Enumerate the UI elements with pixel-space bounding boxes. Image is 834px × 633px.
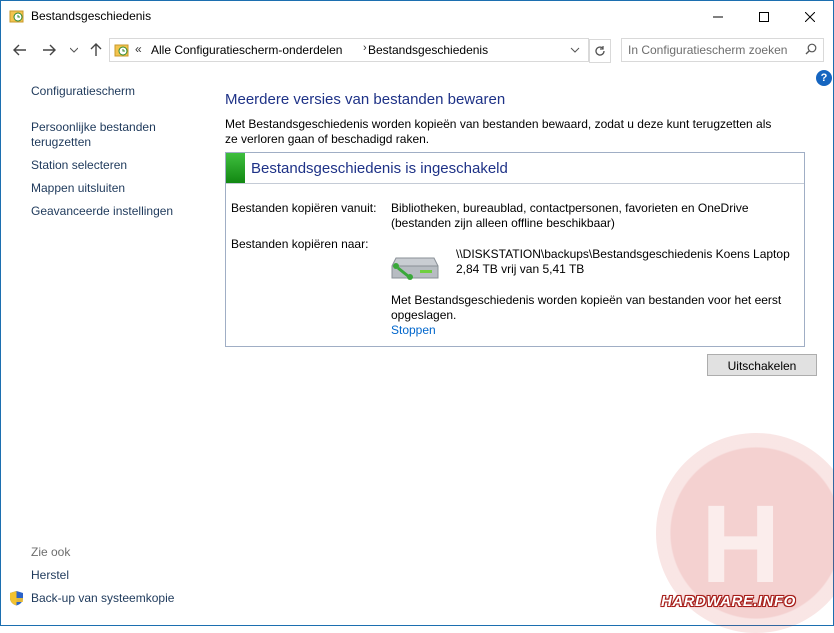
up-button[interactable] (86, 40, 106, 60)
arrow-up-icon (90, 43, 102, 56)
refresh-icon (595, 46, 605, 56)
help-icon[interactable]: ? (816, 70, 832, 86)
status-title: Bestandsgeschiedenis is ingeschakeld (251, 160, 508, 177)
forward-button[interactable] (39, 40, 59, 60)
sidebar-link-restore-line2[interactable]: terugzetten (31, 135, 91, 150)
double-chevron-icon[interactable]: « (135, 42, 142, 56)
status-panel: Bestandsgeschiedenis is ingeschakeld Bes… (225, 152, 805, 347)
sidebar-link-exclude-folders[interactable]: Mappen uitsluiten (31, 181, 125, 196)
chevron-down-icon (70, 47, 78, 53)
maximize-button[interactable] (741, 1, 787, 32)
chevron-down-icon (570, 47, 580, 53)
address-dropdown-button[interactable] (570, 43, 580, 57)
file-history-app-icon (9, 8, 25, 24)
copy-to-label: Bestanden kopiëren naar: (231, 237, 369, 251)
copy-from-value-line2: (bestanden zijn alleen offline beschikba… (391, 216, 615, 230)
copy-from-value-line1: Bibliotheken, bureaublad, contactpersone… (391, 201, 749, 215)
sidebar-link-restore-line1[interactable]: Persoonlijke bestanden (31, 120, 156, 135)
backup-drive-path: \\DISKSTATION\backups\Bestandsgeschieden… (456, 247, 790, 261)
status-header: Bestandsgeschiedenis is ingeschakeld (226, 153, 804, 184)
control-panel-icon (114, 42, 130, 61)
sidebar-link-control-panel[interactable]: Configuratiescherm (31, 84, 135, 99)
breadcrumb-current[interactable]: Bestandsgeschiedenis (368, 43, 488, 57)
uac-shield-icon (9, 590, 24, 609)
maximize-icon (759, 11, 769, 22)
network-drive-icon (390, 248, 440, 285)
breadcrumb-all-items[interactable]: Alle Configuratiescherm-onderdelen (151, 43, 342, 57)
arrow-right-icon (43, 44, 56, 56)
intro-text: Met Bestandsgeschiedenis worden kopieën … (225, 117, 772, 146)
breadcrumb-separator-icon[interactable]: › (363, 42, 367, 54)
progress-text-line2: opgeslagen. (391, 308, 457, 322)
search-icon[interactable] (805, 43, 817, 58)
refresh-button[interactable] (589, 39, 611, 63)
search-input[interactable] (628, 42, 788, 58)
sidebar-link-recovery[interactable]: Herstel (31, 568, 69, 583)
search-box[interactable] (621, 38, 824, 62)
file-history-window: Bestandsgeschiedenis « Alle Configuratie… (0, 0, 834, 633)
sidebar-link-advanced-settings[interactable]: Geavanceerde instellingen (31, 204, 173, 219)
title-bar: Bestandsgeschiedenis (1, 1, 833, 32)
minimize-icon (713, 16, 723, 17)
close-button[interactable] (787, 1, 833, 32)
recent-locations-button[interactable] (64, 40, 84, 60)
close-icon (805, 11, 815, 22)
watermark-letter: H (701, 483, 781, 606)
sidebar-link-select-drive[interactable]: Station selecteren (31, 158, 127, 173)
navigation-bar: « Alle Configuratiescherm-onderdelen › B… (1, 36, 833, 64)
address-bar[interactable]: « Alle Configuratiescherm-onderdelen › B… (109, 38, 589, 62)
arrow-left-icon (13, 44, 26, 56)
see-also-heading: Zie ook (31, 545, 71, 559)
copy-from-label: Bestanden kopiëren vanuit: (231, 201, 377, 215)
window-title: Bestandsgeschiedenis (31, 9, 152, 23)
progress-text-line1: Met Bestandsgeschiedenis worden kopieën … (391, 293, 782, 307)
page-heading: Meerdere versies van bestanden bewaren (225, 91, 506, 108)
disable-button[interactable]: Uitschakelen (707, 354, 817, 376)
status-indicator (226, 153, 245, 183)
sidebar-link-system-image-backup[interactable]: Back-up van systeemkopie (31, 591, 174, 606)
back-button[interactable] (10, 40, 30, 60)
stop-link[interactable]: Stoppen (391, 323, 436, 337)
minimize-button[interactable] (695, 1, 741, 32)
watermark-text: HARDWARE.INFO (661, 593, 796, 610)
backup-drive-space: 2,84 TB vrij van 5,41 TB (456, 262, 585, 276)
